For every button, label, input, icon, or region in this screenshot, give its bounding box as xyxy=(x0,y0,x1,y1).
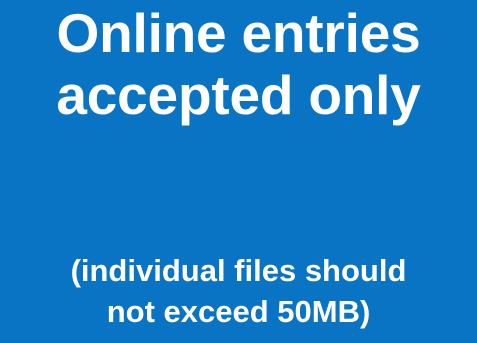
note-line-1: (individual files should xyxy=(70,253,407,288)
note-line-2: not exceed 50MB) xyxy=(106,294,371,329)
headline: Online entries accepted only xyxy=(0,2,477,126)
headline-line-2: accepted only xyxy=(56,64,421,126)
file-size-note: (individual files should not exceed 50MB… xyxy=(0,250,477,332)
notice-banner: Online entries accepted only (individual… xyxy=(0,0,477,343)
headline-line-1: Online entries xyxy=(56,2,421,64)
